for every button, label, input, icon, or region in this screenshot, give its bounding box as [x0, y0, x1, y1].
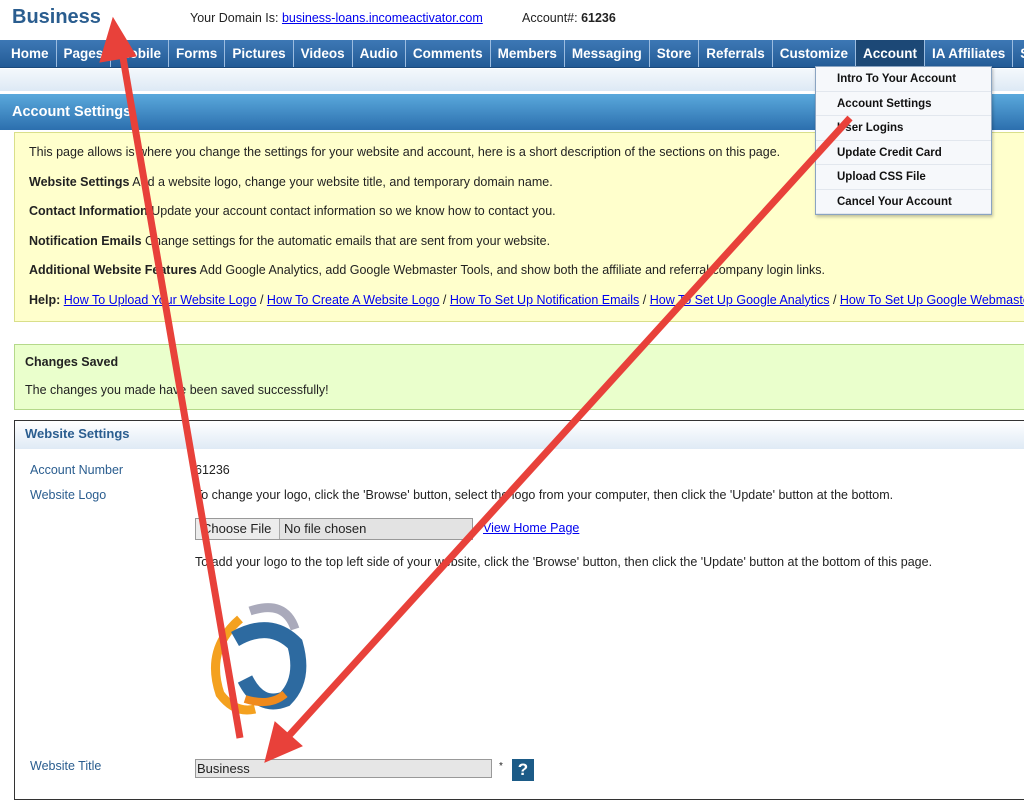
changes-saved-box: Changes Saved The changes you made have … — [14, 344, 1024, 410]
account-dropdown-menu: Intro To Your Account Account Settings Use… — [815, 66, 992, 215]
nav-item-mobile[interactable]: Mobile — [111, 40, 170, 67]
site-brand: Business — [12, 6, 101, 28]
nav-item-members[interactable]: Members — [491, 40, 565, 67]
nav-item-comments[interactable]: Comments — [406, 40, 491, 67]
website-title-label: Website Title — [30, 759, 102, 773]
menu-item-update-credit-card[interactable]: Update Credit Card — [816, 141, 991, 165]
logo-image — [211, 603, 307, 715]
nav-item-ia-affiliates[interactable]: IA Affiliates — [925, 40, 1014, 67]
menu-item-upload-css-file[interactable]: Upload CSS File — [816, 165, 991, 190]
nav-item-referrals[interactable]: Referrals — [699, 40, 773, 67]
account-number-label: Account Number — [30, 463, 124, 477]
website-logo-label: Website Logo — [30, 488, 107, 502]
file-status: No file chosen — [284, 521, 367, 536]
logo-help-text-2: To add your logo to the top left side of… — [195, 555, 933, 569]
section-text: Add a website logo, change your website … — [132, 174, 553, 189]
menu-item-cancel-your-account[interactable]: Cancel Your Account — [816, 190, 991, 214]
nav-item-pictures[interactable]: Pictures — [225, 40, 294, 67]
saved-title: Changes Saved — [25, 355, 119, 369]
saved-message: The changes you made have been saved suc… — [25, 383, 329, 397]
section-text: Add Google Analytics, add Google Webmast… — [199, 263, 826, 277]
menu-item-account-settings[interactable]: Account Settings — [816, 92, 991, 116]
nav-item-pages[interactable]: Pages — [57, 40, 112, 67]
section-text: Update your account contact information … — [151, 204, 556, 218]
account-number-value: 61236 — [195, 463, 230, 477]
nav-item-forms[interactable]: Forms — [169, 40, 226, 67]
nav-item-social[interactable]: Social — [1013, 40, 1024, 67]
website-settings-panel: Website Settings Account Number 61236 We… — [14, 420, 1024, 800]
menu-item-user-logins[interactable]: User Logins — [816, 116, 991, 141]
top-bar: Business Your Domain Is: business-loans.… — [0, 0, 1024, 40]
help-link[interactable]: How To Set Up Google Webmaster Tools — [840, 293, 1024, 307]
nav-item-home[interactable]: Home — [4, 40, 57, 67]
nav-item-videos[interactable]: Videos — [294, 40, 353, 67]
logo-help-text: To change your logo, click the 'Browse' … — [195, 488, 894, 502]
account-label: Account#: — [522, 11, 578, 25]
help-link[interactable]: How To Upload Your Website Logo — [64, 293, 257, 307]
logo-file-input[interactable]: Choose File No file chosen — [195, 518, 473, 540]
main-nav: Home Pages Mobile Forms Pictures Videos Audio C… — [0, 40, 1024, 68]
website-title-input[interactable]: Business — [195, 759, 492, 778]
section-title: Contact Information — [29, 204, 148, 218]
domain-link[interactable]: business-loans.incomeactivator.com — [282, 11, 483, 25]
choose-file-button[interactable]: Choose File — [196, 519, 280, 539]
required-marker: * — [499, 761, 503, 772]
section-title: Additional Website Features — [29, 263, 197, 277]
help-button[interactable]: ? — [512, 759, 534, 781]
help-link[interactable]: How To Set Up Google Analytics — [650, 293, 830, 307]
account-number: 61236 — [581, 11, 616, 25]
menu-item-intro-to-your-account[interactable]: Intro To Your Account — [816, 67, 991, 92]
nav-item-store[interactable]: Store — [650, 40, 700, 67]
help-link[interactable]: How To Set Up Notification Emails — [450, 293, 639, 307]
nav-item-account[interactable]: Account — [856, 40, 926, 67]
section-title: Notification Emails — [29, 233, 142, 248]
info-section: Notification Emails Change settings for … — [29, 234, 1019, 249]
panel-title: Website Settings — [15, 421, 1024, 449]
info-section: Additional Website Features Add Google A… — [29, 263, 1019, 278]
nav-item-audio[interactable]: Audio — [353, 40, 406, 67]
domain-label: Your Domain Is: — [190, 11, 279, 25]
help-links: Help: How To Upload Your Website Logo / … — [29, 293, 1024, 308]
nav-item-customize[interactable]: Customize — [773, 40, 857, 67]
section-text: Change settings for the automatic emails… — [145, 233, 551, 248]
view-home-page-link[interactable]: View Home Page — [483, 521, 579, 535]
account-info: Account#: 61236 — [522, 11, 616, 25]
domain-info: Your Domain Is: business-loans.incomeact… — [190, 11, 483, 25]
nav-item-messaging[interactable]: Messaging — [565, 40, 650, 67]
section-title: Website Settings — [29, 174, 130, 189]
help-link[interactable]: How To Create A Website Logo — [267, 293, 440, 307]
